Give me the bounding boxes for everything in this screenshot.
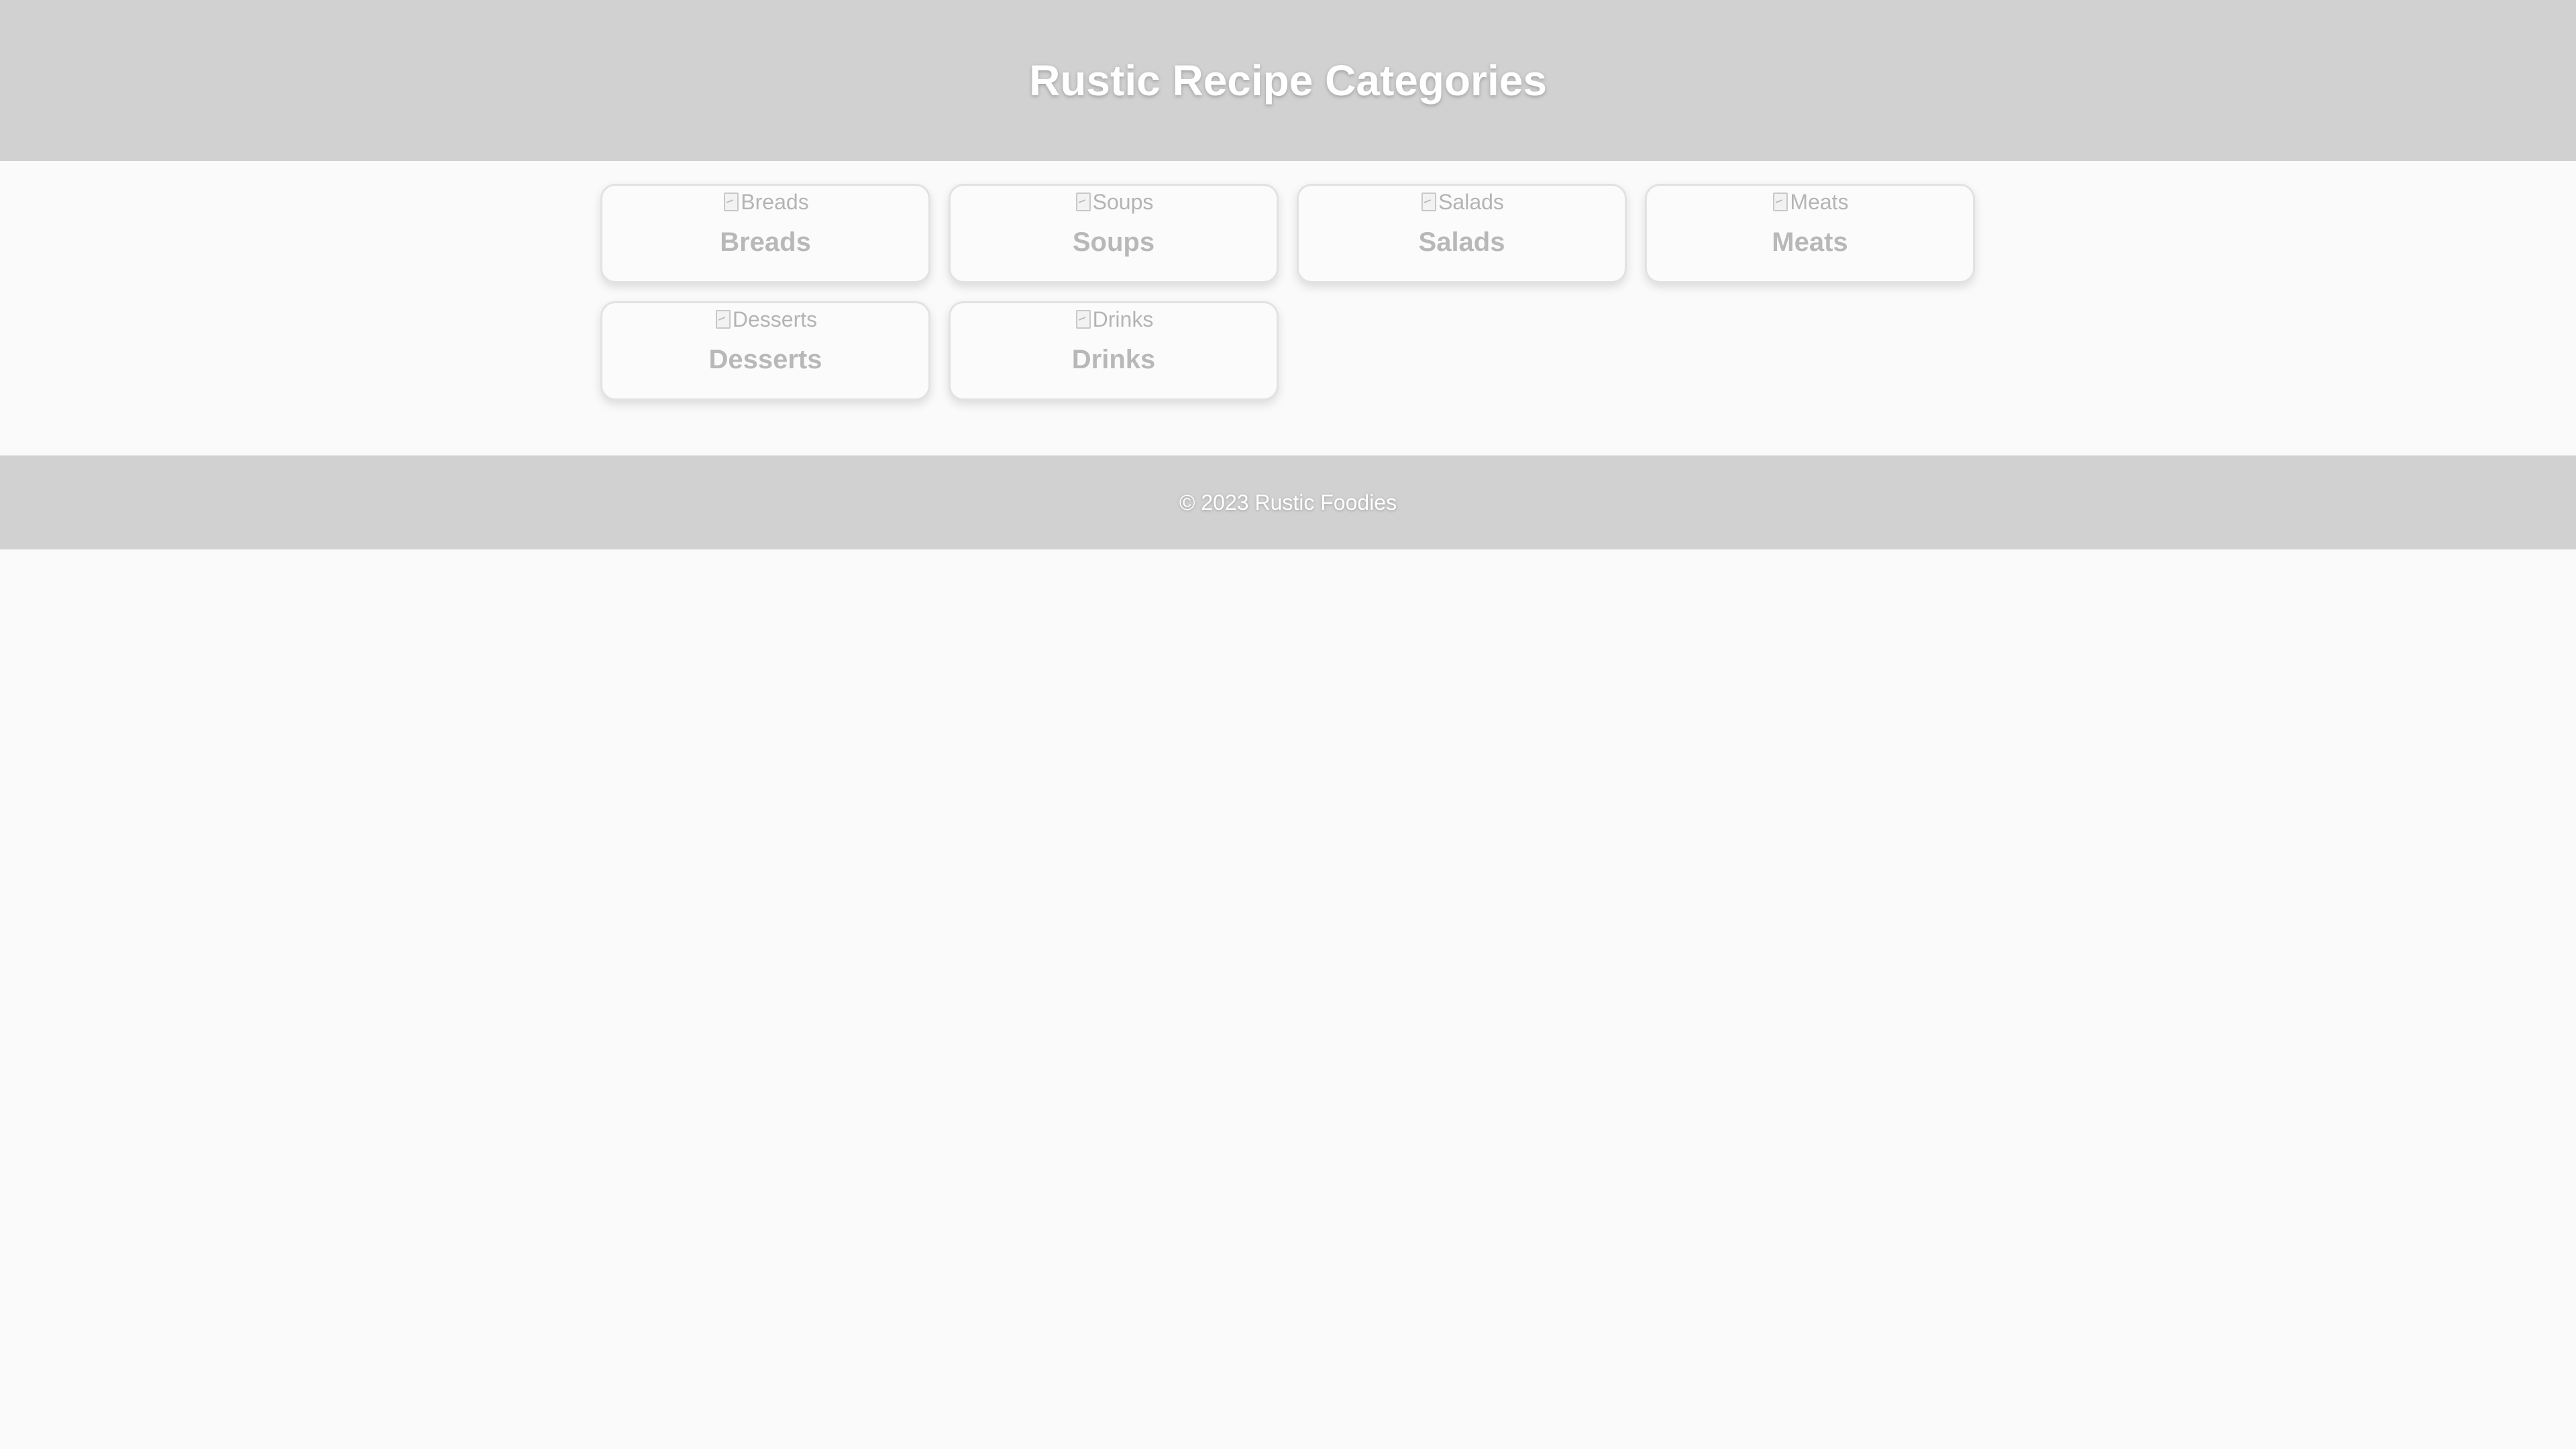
category-image-salads[interactable]: Salads [1419,189,1504,215]
broken-image-icon [1771,191,1788,213]
category-grid: Breads Breads Soups Soups Salads Salads … [600,161,1976,455]
category-image-meats[interactable]: Meats [1771,189,1849,215]
category-label: Drinks [1071,345,1156,374]
category-image-soups[interactable]: Soups [1074,189,1154,215]
broken-image-icon [1419,191,1437,213]
category-label: Breads [720,227,811,257]
category-image-drinks[interactable]: Drinks [1074,306,1154,333]
category-label: Meats [1772,227,1848,257]
category-card-desserts[interactable]: Desserts Desserts [600,301,930,400]
image-alt-text: Soups [1092,189,1154,214]
category-card-breads[interactable]: Breads Breads [600,184,930,283]
page-header: Rustic Recipe Categories [0,0,2576,161]
image-alt-text: Drinks [1092,307,1154,331]
category-card-drinks[interactable]: Drinks Drinks [949,301,1279,400]
page-title: Rustic Recipe Categories [1029,56,1547,105]
copyright-text: © 2023 Rustic Foodies [1179,490,1397,515]
broken-image-icon [1074,309,1091,330]
category-card-salads[interactable]: Salads Salads [1297,184,1627,283]
category-image-breads[interactable]: Breads [722,189,809,215]
image-alt-text: Salads [1438,189,1504,214]
image-alt-text: Breads [741,189,809,214]
category-card-meats[interactable]: Meats Meats [1645,184,1975,283]
image-alt-text: Desserts [732,307,818,331]
category-card-soups[interactable]: Soups Soups [949,184,1279,283]
category-label: Soups [1072,227,1155,257]
broken-image-icon [1074,191,1091,213]
page-footer: © 2023 Rustic Foodies [0,455,2576,549]
category-label: Salads [1418,227,1505,257]
broken-image-icon [714,309,731,330]
category-label: Desserts [708,345,822,374]
broken-image-icon [722,191,739,213]
category-image-desserts[interactable]: Desserts [714,306,817,333]
image-alt-text: Meats [1790,189,1849,214]
